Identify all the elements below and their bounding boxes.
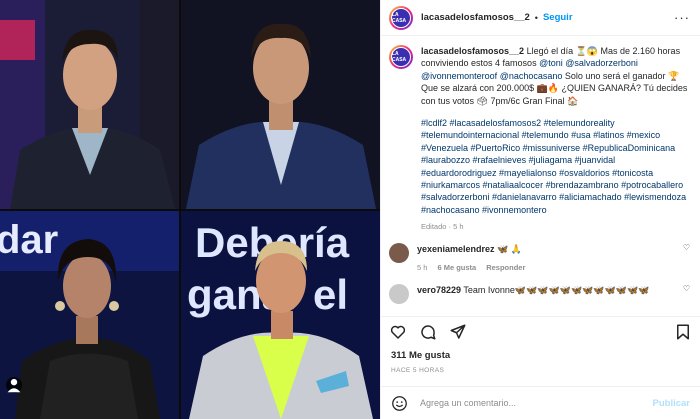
- avatar-label: LA CASA: [391, 47, 411, 67]
- mention-ivonnemonteroof[interactable]: @ivonnemonteroof: [421, 71, 497, 81]
- like-heart-icon[interactable]: [389, 323, 407, 341]
- action-bar: [381, 316, 700, 346]
- author-avatar[interactable]: LA CASA: [389, 5, 413, 30]
- caption-username[interactable]: lacasadelosfamosos__2: [421, 46, 524, 56]
- caption-hashtags[interactable]: #lcdlf2 #lacasadelosfamosos2 #telemundor…: [421, 117, 690, 216]
- commenter-avatar[interactable]: [389, 243, 409, 264]
- post-header: LA CASA lacasadelosfamosos__2 • Seguir ·…: [381, 0, 700, 36]
- add-comment-bar: Agrega un comentario... Publicar: [381, 386, 700, 419]
- comment-text: Team Ivonne🦋🦋🦋🦋🦋🦋🦋🦋🦋🦋🦋🦋: [463, 284, 650, 295]
- photo-contestant-bottom-right: Debería ganar el: [181, 211, 380, 419]
- caption-text: lacasadelosfamosos__2 Llegó el día ⏳😱 Ma…: [421, 46, 688, 106]
- post-time-ago: HACE 5 HORAS: [391, 367, 445, 374]
- comment-text: 🦋 🙏: [497, 244, 522, 255]
- post-modal: dar ganar el LA CASA lacasadelosfamosos_…: [0, 0, 700, 419]
- separator-dot: •: [534, 12, 538, 23]
- commenter-username[interactable]: vero78229: [417, 285, 461, 295]
- commenter-username[interactable]: yexeniamelendrez: [417, 244, 495, 254]
- follow-button[interactable]: Seguir: [543, 12, 573, 23]
- comment-like-heart-icon[interactable]: ♡: [683, 284, 690, 304]
- more-options-icon[interactable]: ···: [674, 10, 690, 25]
- emoji-smiley-icon[interactable]: [391, 395, 408, 412]
- comment-item: vero78229 Team Ivonne🦋🦋🦋🦋🦋🦋🦋🦋🦋🦋🦋🦋 ♡: [389, 283, 690, 304]
- comment-meta: 5 h 6 Me gusta Responder: [417, 263, 675, 272]
- author-username[interactable]: lacasadelosfamosos__2: [421, 12, 530, 23]
- comment-bubble-icon[interactable]: [419, 323, 437, 341]
- mention-salvadorzerboni[interactable]: @salvadorzerboni: [565, 58, 638, 68]
- mention-nachocasano[interactable]: @nachocasano: [500, 71, 563, 81]
- publish-button[interactable]: Publicar: [653, 398, 691, 409]
- avatar-label: LA CASA: [391, 7, 411, 28]
- likes-count[interactable]: 311 Me gusta: [391, 350, 450, 361]
- post-media[interactable]: dar ganar el: [0, 0, 380, 419]
- photo-contestant-top-right: [181, 0, 380, 209]
- comment-likes[interactable]: 6 Me gusta: [437, 263, 476, 272]
- comment-input[interactable]: Agrega un comentario...: [420, 398, 653, 408]
- comment-time: 5 h: [417, 262, 428, 272]
- caption-author-avatar[interactable]: LA CASA: [389, 45, 413, 69]
- photo-collage: dar ganar el: [0, 0, 380, 419]
- commenter-avatar[interactable]: [389, 283, 409, 304]
- tagged-users-button[interactable]: [6, 377, 22, 393]
- reply-button[interactable]: Responder: [486, 263, 525, 272]
- photo-contestant-bottom-left: dar: [0, 211, 179, 419]
- caption: LA CASA lacasadelosfamosos__2 Llegó el d…: [389, 45, 690, 231]
- mention-toni[interactable]: @toni: [539, 58, 563, 68]
- post-details-panel: LA CASA lacasadelosfamosos__2 • Seguir ·…: [380, 0, 700, 419]
- comments-section[interactable]: LA CASA lacasadelosfamosos__2 Llegó el d…: [381, 37, 700, 312]
- bookmark-icon[interactable]: [674, 323, 692, 341]
- edited-timestamp: Editado · 5 h: [421, 222, 464, 232]
- comment-item: yexeniamelendrez 🦋 🙏 5 h 6 Me gusta Resp…: [389, 243, 690, 272]
- user-tag-icon: [7, 378, 21, 393]
- share-send-icon[interactable]: [449, 323, 467, 341]
- comment-like-heart-icon[interactable]: ♡: [683, 243, 690, 271]
- bg-text-left: dar: [0, 218, 58, 262]
- photo-contestant-top-left: [0, 0, 179, 209]
